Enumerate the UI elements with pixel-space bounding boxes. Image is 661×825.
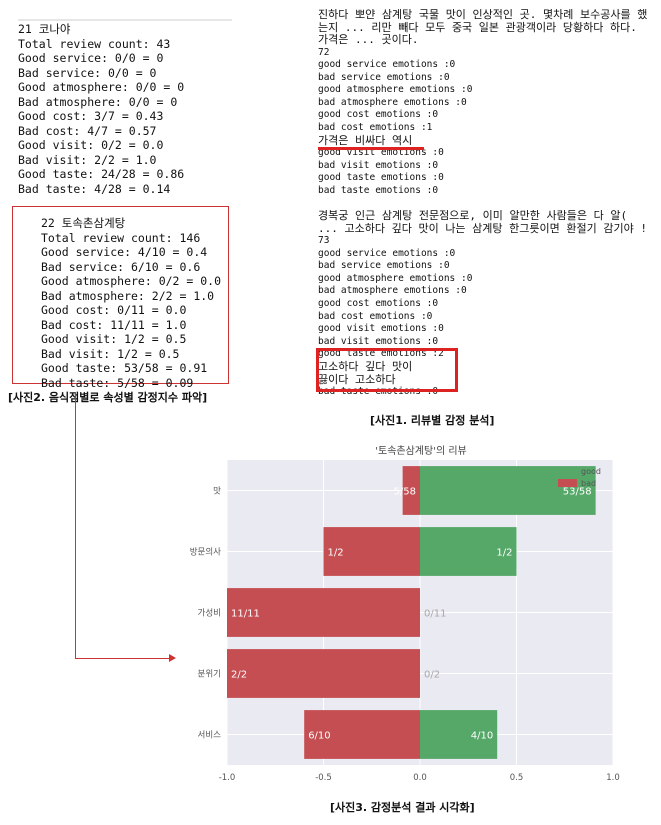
- stat-line: Bad cost: 4/7 = 0.57: [18, 123, 157, 138]
- y-tick-label: 분위기: [198, 670, 221, 680]
- emotion-line: good atmosphere emotions :0: [318, 84, 473, 96]
- y-tick-label: 재방문의사: [190, 547, 221, 558]
- stat-line: Good service: 4/10 = 0.4: [41, 245, 208, 259]
- legend-label-bad: bad: [581, 479, 596, 488]
- chart-plot: -1.0 -0.5 0.0 0.5 1.0 맛 5/58 53/58 재방문의사 1/2 1/2 가성…: [190, 460, 620, 783]
- data-label-bad: 5/58: [394, 487, 416, 498]
- data-label-bad: 6/10: [308, 731, 330, 742]
- data-label-bad: 11/11: [231, 609, 260, 620]
- stat-line: Good atmosphere: 0/2 = 0.0: [41, 274, 222, 288]
- stat-line: Total review count: 146: [41, 230, 201, 245]
- x-tick-label: -0.5: [315, 773, 332, 783]
- emotion-line: bad visit emotions :0: [318, 159, 439, 171]
- restaurant-21-stats: 21 코나야 Total review count: 43 Good servi…: [18, 19, 232, 196]
- stat-line: Bad atmosphere: 2/2 = 1.0: [41, 288, 215, 303]
- caption-photo-1: [사진1. 리뷰별 감정 분석]: [370, 414, 495, 427]
- emotion-line: bad cost emotions :0: [318, 310, 433, 322]
- data-label-bad: 1/2: [328, 548, 344, 559]
- legend-label-good: good: [581, 467, 601, 476]
- emotion-line: good taste emotions :0: [318, 172, 444, 184]
- stat-line: Good visit: 0/2 = 0.0: [18, 138, 164, 152]
- review-number: 73: [318, 235, 330, 246]
- stat-line: Bad taste: 4/28 = 0.14: [18, 181, 171, 196]
- review-72-analysis: 진하다 뽀얀 삼계탕 국물 맛이 인상적인 곳. 몇차례 보수공사를 했는지 .…: [318, 9, 648, 198]
- stat-line: Bad visit: 2/2 = 1.0: [18, 152, 157, 167]
- keyword-highlight-box: [316, 348, 458, 392]
- stat-line: Good cost: 3/7 = 0.43: [18, 109, 164, 123]
- emotion-line: good visit emotions :0: [318, 323, 444, 335]
- x-tick-label: 0.5: [510, 773, 524, 783]
- review-number: 72: [318, 46, 330, 58]
- caption-photo-2: [사진2. 음식점별로 속성별 감정지수 파악]: [8, 391, 208, 404]
- stat-line: Bad cost: 11/11 = 1.0: [41, 317, 187, 332]
- emotion-line: bad atmosphere emotions :0: [318, 285, 467, 297]
- emotion-line: good service emotions :0: [318, 247, 456, 259]
- stat-line: Good visit: 1/2 = 0.5: [41, 332, 187, 346]
- stat-line: Bad service: 0/0 = 0: [18, 65, 157, 80]
- divider: [18, 19, 232, 21]
- emotion-line: bad cost emotions :1: [318, 122, 433, 134]
- emotion-keyword: 가격은 비싸다 역시: [318, 133, 413, 147]
- emotion-line: bad atmosphere emotions :0: [318, 96, 467, 108]
- y-tick-label: 맛: [213, 486, 221, 497]
- stat-line: Good taste: 24/28 = 0.86: [18, 167, 185, 181]
- stat-line: Good service: 0/0 = 0: [18, 51, 164, 65]
- stat-line: Good cost: 0/11 = 0.0: [41, 303, 187, 317]
- bar-bad: [227, 649, 420, 698]
- stat-line: Bad service: 6/10 = 0.6: [41, 259, 201, 274]
- emotion-line: good service emotions :0: [318, 59, 456, 71]
- legend-swatch-good: [558, 467, 577, 475]
- stat-line: Good taste: 53/58 = 0.91: [41, 361, 208, 375]
- restaurant-21-title: 21 코나야: [18, 22, 71, 36]
- keyword-underline: [318, 147, 424, 150]
- x-tick-label: 0.0: [413, 773, 427, 783]
- connector-line: [75, 658, 172, 659]
- emotion-line: bad taste emotions :0: [318, 185, 439, 197]
- legend-swatch-bad: [558, 479, 577, 487]
- emotion-line: good cost emotions :0: [318, 297, 439, 309]
- stat-line: Bad atmosphere: 0/0 = 0: [18, 94, 178, 109]
- caption-photo-3: [사진3. 감정분석 결과 시각화]: [330, 801, 475, 814]
- stat-line: Bad taste: 5/58 = 0.09: [41, 375, 194, 390]
- data-label-good: 53/58: [563, 487, 592, 498]
- emotion-line: bad service emotions :0: [318, 71, 450, 83]
- review-text: 경복궁 인근 삼계탕 전문점으로, 이미 알만한 사람들은 다 알( ... 고…: [318, 210, 647, 235]
- sentiment-bar-chart: '토속촌삼계탕'의 리뷰 -1.0 -0.5 0.0 0.5 1.0 맛 5/58 53/58…: [190, 445, 620, 783]
- data-label-bad: 2/2: [231, 670, 247, 681]
- restaurant-22-highlight-box: 22 토속촌삼계탕 Total review count: 146 Good s…: [12, 206, 229, 390]
- emotion-line: good cost emotions :0: [318, 109, 439, 121]
- emotion-line: bad visit emotions :0: [318, 335, 439, 347]
- stat-line: Bad visit: 1/2 = 0.5: [41, 346, 180, 361]
- y-tick-label: 서비스: [198, 731, 222, 741]
- x-tick-label: -1.0: [219, 773, 236, 783]
- emotion-line: bad service emotions :0: [318, 260, 450, 272]
- data-label-good: 0/2: [424, 670, 440, 681]
- x-tick-label: 1.0: [606, 773, 620, 783]
- data-label-good: 0/11: [424, 609, 446, 620]
- connector-line: [75, 392, 76, 658]
- review-text: 진하다 뽀얀 삼계탕 국물 맛이 인상적인 곳. 몇차례 보수공사를 했는지 .…: [318, 9, 648, 46]
- restaurant-22-title: 22 토속촌삼계탕: [41, 216, 126, 230]
- connector-arrow-icon: [169, 654, 176, 662]
- data-label-good: 4/10: [471, 731, 493, 742]
- emotion-line: good atmosphere emotions :0: [318, 272, 473, 284]
- data-label-good: 1/2: [496, 548, 512, 559]
- chart-title: '토속촌삼계탕'의 리뷰: [375, 445, 466, 457]
- stat-line: Good atmosphere: 0/0 = 0: [18, 80, 185, 94]
- y-tick-label: 가성비: [198, 609, 221, 619]
- stat-line: Total review count: 43: [18, 36, 171, 51]
